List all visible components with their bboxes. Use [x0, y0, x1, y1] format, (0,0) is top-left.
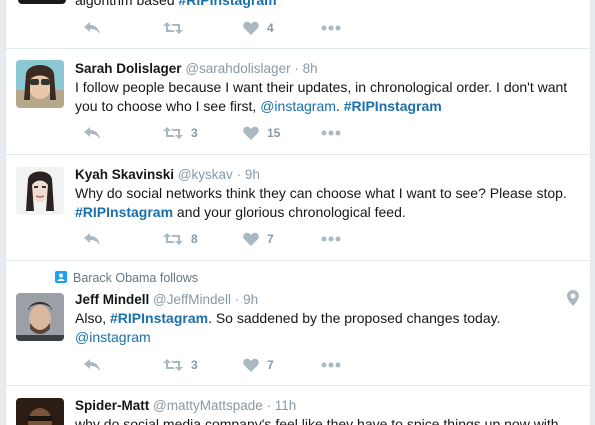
reply-icon [84, 233, 100, 245]
timeline: algorithm based #RIPInstagram 4 Sarah Do… [5, 0, 591, 425]
timestamp[interactable]: 8h [303, 61, 318, 76]
tweet-text: I follow people because I want their upd… [75, 78, 580, 116]
tweet[interactable]: Barack Obama follows Jeff Mindell @JeffM… [6, 261, 590, 386]
social-context: Barack Obama follows [55, 270, 198, 286]
more-button[interactable] [321, 18, 341, 38]
tweet-partial-top[interactable]: algorithm based #RIPInstagram 4 [6, 0, 590, 49]
user-handle[interactable]: @mattyMattspade [153, 398, 263, 413]
tweet-text-part: Why do social networks think they can ch… [75, 185, 567, 201]
retweet-icon [163, 22, 183, 34]
timestamp[interactable]: 9h [245, 167, 260, 182]
heart-icon [243, 126, 259, 140]
like-button[interactable]: 15 [243, 123, 280, 143]
tweet-header: Spider-Matt @mattyMattspade · 11h [75, 397, 296, 415]
more-icon [321, 362, 341, 368]
reply-button[interactable] [83, 123, 101, 143]
social-context-text[interactable]: Barack Obama follows [73, 271, 198, 285]
like-count: 15 [267, 126, 281, 140]
mention-link[interactable]: @instagram [260, 98, 336, 114]
heart-icon [243, 358, 259, 372]
retweet-button[interactable]: 3 [163, 123, 198, 143]
avatar-image [16, 60, 64, 108]
location-pin-icon[interactable] [567, 290, 579, 306]
avatar-image [16, 398, 64, 425]
tweet-header: Jeff Mindell @JeffMindell · 9h [75, 291, 258, 309]
retweet-count: 3 [191, 358, 198, 372]
more-icon [321, 130, 341, 136]
avatar[interactable] [16, 60, 64, 108]
hashtag-link[interactable]: #RIPInstagram [110, 310, 208, 326]
separator: · [236, 167, 242, 182]
tweet[interactable]: Kyah Skavinski @kyskav · 9h Why do socia… [6, 155, 590, 261]
mention-link[interactable]: @instagram [75, 329, 151, 345]
reply-icon [84, 22, 100, 34]
hashtag-link[interactable]: #RIPInstagram [75, 204, 173, 220]
timestamp[interactable]: 11h [275, 398, 297, 413]
more-button[interactable] [321, 123, 341, 143]
user-handle[interactable]: @sarahdolislager [185, 61, 290, 76]
more-icon [321, 25, 341, 31]
avatar-image [16, 293, 64, 341]
timestamp[interactable]: 9h [243, 292, 258, 307]
separator: · [266, 398, 272, 413]
tweet-header: Sarah Dolislager @sarahdolislager · 8h [75, 60, 318, 78]
retweet-icon [163, 359, 183, 371]
tweet[interactable]: Sarah Dolislager @sarahdolislager · 8h I… [6, 49, 590, 155]
tweet-text: why do social media company's feel like … [75, 415, 580, 425]
tweet-text-part: and your glorious chronological feed. [173, 204, 406, 220]
reply-icon [84, 127, 100, 139]
like-button[interactable]: 7 [243, 355, 274, 375]
avatar-image [16, 167, 64, 215]
tweet-text-part: Also, [75, 310, 111, 326]
user-name[interactable]: Sarah Dolislager [75, 61, 182, 76]
follow-context-icon [55, 271, 67, 283]
more-button[interactable] [321, 355, 341, 375]
tweet-text: Why do social networks think they can ch… [75, 184, 580, 222]
tweet-text-part: . [335, 98, 344, 114]
hashtag-link[interactable]: #RIPInstagram [344, 98, 442, 114]
more-icon [321, 236, 341, 242]
user-handle[interactable]: @JeffMindell [153, 292, 231, 307]
like-count: 4 [267, 21, 274, 35]
heart-icon [243, 21, 259, 35]
avatar[interactable] [18, 0, 66, 4]
separator: · [234, 292, 240, 307]
retweet-count: 8 [191, 232, 198, 246]
user-name[interactable]: Kyah Skavinski [75, 167, 174, 182]
like-button[interactable]: 4 [243, 18, 274, 38]
reply-button[interactable] [83, 355, 101, 375]
heart-icon [243, 232, 259, 246]
like-count: 7 [267, 358, 274, 372]
retweet-button[interactable]: 3 [163, 355, 198, 375]
reply-icon [84, 359, 100, 371]
user-name[interactable]: Spider-Matt [75, 398, 149, 413]
tweet-text: algorithm based #RIPInstagram [75, 0, 580, 10]
tweet[interactable]: Spider-Matt @mattyMattspade · 11h why do… [6, 386, 590, 425]
user-name[interactable]: Jeff Mindell [75, 292, 149, 307]
more-button[interactable] [321, 229, 341, 249]
retweet-button[interactable]: 8 [163, 229, 198, 249]
avatar[interactable] [16, 167, 64, 215]
retweet-button[interactable] [163, 18, 183, 38]
reply-button[interactable] [83, 229, 101, 249]
retweet-icon [163, 233, 183, 245]
tweet-text: Also, #RIPInstagram. So saddened by the … [75, 309, 580, 347]
tweet-text-part: algorithm based [75, 0, 179, 8]
tweet-header: Kyah Skavinski @kyskav · 9h [75, 166, 260, 184]
reply-button[interactable] [83, 18, 101, 38]
user-handle[interactable]: @kyskav [178, 167, 233, 182]
retweet-icon [163, 127, 183, 139]
tweet-text-part: why do social media company's feel like … [75, 416, 559, 425]
like-button[interactable]: 7 [243, 229, 274, 249]
like-count: 7 [267, 232, 274, 246]
tweet-text-part: . So saddened by the proposed changes to… [208, 310, 501, 326]
hashtag-link[interactable]: #RIPInstagram [179, 0, 277, 8]
retweet-count: 3 [191, 126, 198, 140]
avatar[interactable] [16, 398, 64, 425]
avatar[interactable] [16, 293, 64, 341]
separator: · [294, 61, 299, 76]
